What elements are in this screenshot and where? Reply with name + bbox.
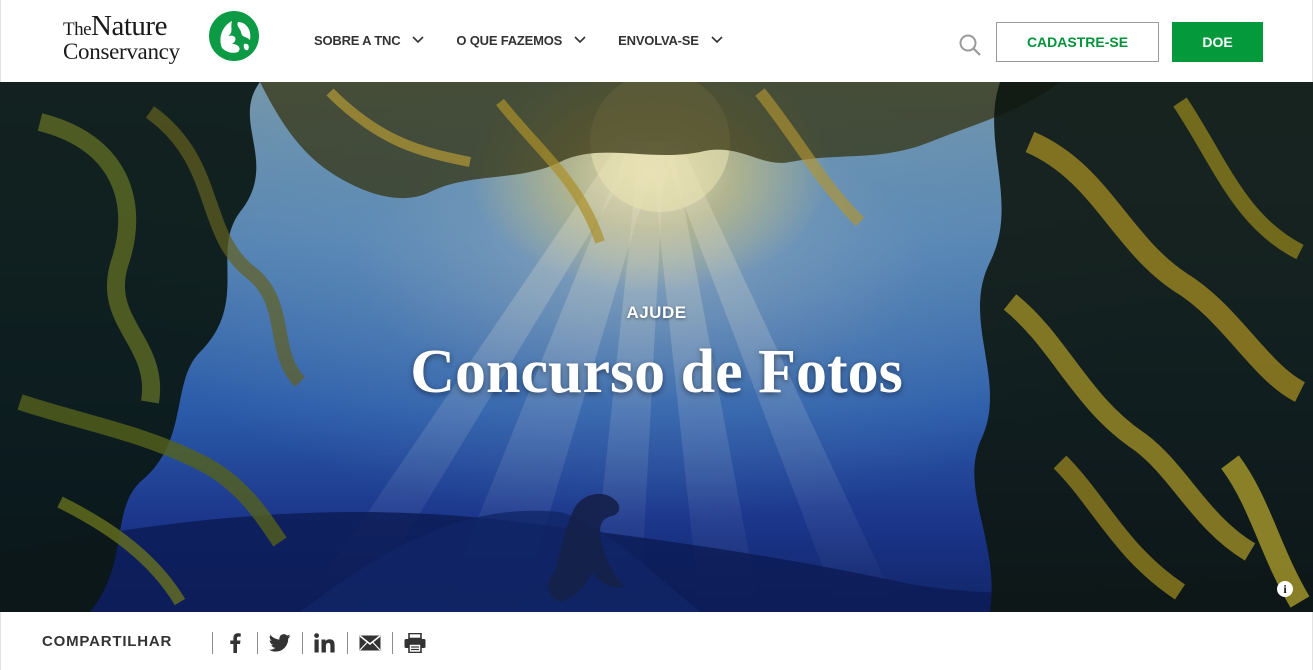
logo-the-text: The	[63, 19, 92, 40]
email-share-button[interactable]	[348, 630, 392, 656]
chevron-down-icon	[412, 36, 424, 44]
share-bar: COMPARTILHAR	[0, 612, 1313, 670]
nav-label: SOBRE A TNC	[314, 32, 401, 48]
tnc-logo[interactable]: TheNature Conservancy	[63, 10, 263, 70]
site-header: TheNature Conservancy SOBRE A TNC O QUE …	[0, 0, 1313, 82]
logo-wordmark-line1: TheNature	[63, 12, 167, 41]
tnc-leaf-globe-icon	[209, 11, 259, 61]
logo-conservancy-text: Conservancy	[63, 39, 180, 64]
nav-item-envolva-se[interactable]: ENVOLVA-SE	[618, 33, 723, 48]
chevron-down-icon	[574, 36, 586, 44]
chevron-down-icon	[711, 36, 723, 44]
hero-banner: AJUDE Concurso de Fotos i	[0, 82, 1313, 612]
logo-nature-text: Nature	[91, 10, 167, 42]
signup-button[interactable]: CADASTRE-SE	[996, 22, 1159, 62]
nav-label: O QUE FAZEMOS	[456, 32, 563, 48]
hero-kicker: AJUDE	[626, 303, 687, 322]
main-nav: SOBRE A TNC O QUE FAZEMOS ENVOLVA-SE	[314, 30, 755, 50]
facebook-share-button[interactable]	[213, 630, 257, 656]
email-icon	[359, 635, 381, 651]
print-button[interactable]	[393, 630, 437, 656]
twitter-icon	[269, 634, 291, 652]
image-info-icon[interactable]: i	[1277, 581, 1293, 597]
nav-label: ENVOLVA-SE	[618, 32, 699, 48]
donate-button[interactable]: DOE	[1172, 22, 1263, 62]
share-label: COMPARTILHAR	[42, 633, 173, 650]
nav-item-sobre[interactable]: SOBRE A TNC	[314, 33, 424, 48]
page-title: Concurso de Fotos	[410, 338, 903, 406]
twitter-share-button[interactable]	[258, 630, 302, 656]
print-icon	[404, 633, 426, 653]
linkedin-icon	[314, 633, 335, 653]
linkedin-share-button[interactable]	[303, 630, 347, 656]
nav-item-o-que-fazemos[interactable]: O QUE FAZEMOS	[456, 33, 586, 48]
facebook-icon	[230, 633, 241, 653]
share-icons	[212, 630, 437, 656]
search-icon[interactable]	[958, 33, 982, 57]
